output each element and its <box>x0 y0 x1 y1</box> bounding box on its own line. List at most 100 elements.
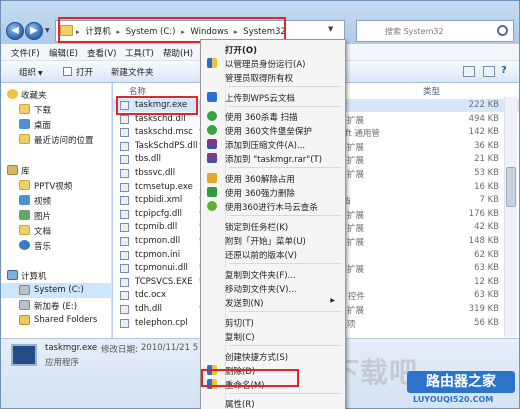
menu-item-360-force-delete[interactable]: 使用 360强力删除 <box>203 185 343 199</box>
nav-recent[interactable]: 最近访问的位置 <box>1 132 112 147</box>
file-type-icon <box>120 155 129 165</box>
menu-item-restore-previous[interactable]: 还原以前的版本(V) <box>203 247 343 261</box>
library-icon <box>7 165 18 175</box>
wps-cloud-icon <box>207 92 217 102</box>
nav-shared-folders[interactable]: Shared Folders <box>1 313 112 328</box>
menu-file[interactable]: 文件(F) <box>11 47 40 59</box>
picture-icon <box>19 210 30 220</box>
file-type-icon <box>120 128 129 138</box>
scrollbar-thumb[interactable] <box>506 167 516 207</box>
shared-folder-icon <box>19 315 30 325</box>
file-name: tcpmib.dll <box>135 222 178 233</box>
file-name: tcpmonui.dll <box>135 263 188 274</box>
search-icon <box>497 25 508 36</box>
search-input[interactable]: 搜索 System32 <box>356 20 514 42</box>
nav-pictures[interactable]: 图片 <box>1 208 112 223</box>
star-icon <box>7 89 18 99</box>
details-file-name: taskmgr.exe <box>45 343 98 353</box>
menu-separator <box>229 106 341 107</box>
file-type-icon <box>120 250 129 260</box>
recent-pages-dropdown-icon[interactable]: ▼ <box>45 27 50 34</box>
organize-button[interactable]: 组织 ▼ <box>19 66 43 78</box>
explorer-window: ◀ ▶ ▼ ▸ 计算机 ▸ System (C:) ▸ Windows ▸ Sy… <box>0 0 520 409</box>
file-type-icon <box>120 196 129 206</box>
file-name: tcpmon.ini <box>135 249 181 260</box>
menu-item-run-as-admin[interactable]: 以管理员身份运行(A) <box>203 56 343 70</box>
file-type-icon <box>120 223 129 233</box>
menu-item-move-to[interactable]: 移动到文件夹(V)... <box>203 281 343 295</box>
menu-separator <box>229 215 341 216</box>
view-options-icon[interactable] <box>463 66 475 77</box>
nav-volume-e[interactable]: 新加卷 (E:) <box>1 298 112 313</box>
file-type-icon <box>120 182 129 192</box>
menu-item-add-rar-label: 添加到 "taskmgr.rar"(T) <box>225 155 323 165</box>
open-button[interactable]: 打开 <box>76 66 93 78</box>
drive-icon <box>19 285 30 295</box>
file-name: TCPSVCS.EXE <box>135 276 193 287</box>
computer-icon <box>7 270 18 280</box>
menu-item-add-archive[interactable]: 添加到压缩文件(A)... <box>203 137 343 151</box>
menu-item-pin-taskbar[interactable]: 锁定到任务栏(K) <box>203 219 343 233</box>
address-dropdown-icon[interactable]: ▼ <box>328 25 333 33</box>
menu-item-cut[interactable]: 剪切(T) <box>203 315 343 329</box>
menu-tools[interactable]: 工具(T) <box>125 47 154 59</box>
menu-item-360-trojan-cloud[interactable]: 使用360进行木马云查杀 <box>203 199 343 213</box>
organize-label: 组织 <box>19 68 37 78</box>
nav-pptv-label: PPTV视频 <box>34 182 73 192</box>
menu-item-run-as-admin-label: 以管理员身份运行(A) <box>225 60 306 70</box>
menu-item-take-ownership[interactable]: 管理员取得所有权 <box>203 70 343 84</box>
menu-item-copy[interactable]: 复制(C) <box>203 329 343 343</box>
menu-item-properties-label: 属性(R) <box>225 400 255 409</box>
menu-item-360-scan-label: 使用 360杀毒 扫描 <box>225 113 298 123</box>
menu-item-move-to-label: 移动到文件夹(V)... <box>225 285 297 295</box>
file-name: tcmsetup.exe <box>135 181 193 192</box>
nav-shared-label: Shared Folders <box>34 315 98 325</box>
back-button[interactable]: ◀ <box>6 22 24 40</box>
nav-downloads[interactable]: 下载 <box>1 102 112 117</box>
nav-documents-label: 文档 <box>34 227 52 237</box>
column-header-type[interactable]: 类型 <box>423 85 440 99</box>
file-size: 63 KB <box>474 263 499 274</box>
file-type-icon <box>120 277 129 287</box>
new-folder-button[interactable]: 新建文件夹 <box>111 66 154 78</box>
nav-videos[interactable]: 视频 <box>1 193 112 208</box>
file-name: tcpbidi.xml <box>135 195 183 206</box>
menu-edit[interactable]: 编辑(E) <box>49 47 78 59</box>
menu-view[interactable]: 查看(V) <box>87 47 116 59</box>
menu-item-send-to[interactable]: 发送到(N) ▶ <box>203 295 343 309</box>
nav-libraries[interactable]: 库 <box>1 163 112 178</box>
menu-item-upload-wps[interactable]: 上传到WPS云文档 <box>203 90 343 104</box>
file-name: tbssvc.dll <box>135 168 176 178</box>
menu-item-copy-to[interactable]: 复制到文件夹(F)... <box>203 267 343 281</box>
menu-item-pin-start[interactable]: 附到「开始」菜单(U) <box>203 233 343 247</box>
help-icon[interactable]: ? <box>501 65 507 76</box>
menu-separator <box>229 86 341 87</box>
menu-item-create-shortcut[interactable]: 创建快捷方式(S) <box>203 349 343 363</box>
nav-music[interactable]: 音乐 <box>1 238 112 253</box>
taskmgr-app-icon <box>11 344 37 366</box>
menu-item-add-rar[interactable]: 添加到 "taskmgr.rar"(T) <box>203 151 343 165</box>
winrar-icon <box>207 139 217 149</box>
preview-pane-icon[interactable] <box>483 66 495 77</box>
vertical-scrollbar[interactable] <box>504 97 517 337</box>
trojan-scan-360-icon <box>207 201 217 211</box>
file-vault-360-icon <box>207 125 217 135</box>
menu-item-360-protect[interactable]: 使用 360文件堡垒保护 <box>203 123 343 137</box>
menu-item-360-unlock[interactable]: 使用 360解除占用 <box>203 171 343 185</box>
nav-computer[interactable]: 计算机 <box>1 268 112 283</box>
nav-videos-label: 视频 <box>34 197 52 207</box>
file-type-icon <box>120 141 129 151</box>
menu-item-add-archive-label: 添加到压缩文件(A)... <box>225 141 306 151</box>
nav-favorites[interactable]: 收藏夹 <box>1 87 112 102</box>
menu-item-open[interactable]: 打开(O) <box>203 42 343 56</box>
nav-system-c[interactable]: System (C:) <box>1 283 112 298</box>
nav-desktop[interactable]: 桌面 <box>1 117 112 132</box>
video-icon <box>19 195 30 205</box>
nav-pptv[interactable]: PPTV视频 <box>1 178 112 193</box>
file-size: 36 KB <box>474 140 499 151</box>
menu-help[interactable]: 帮助(H) <box>163 47 193 59</box>
menu-item-360-scan[interactable]: 使用 360杀毒 扫描 <box>203 109 343 123</box>
nav-documents[interactable]: 文档 <box>1 223 112 238</box>
forward-button[interactable]: ▶ <box>25 22 43 40</box>
menu-item-properties[interactable]: 属性(R) <box>203 396 343 409</box>
